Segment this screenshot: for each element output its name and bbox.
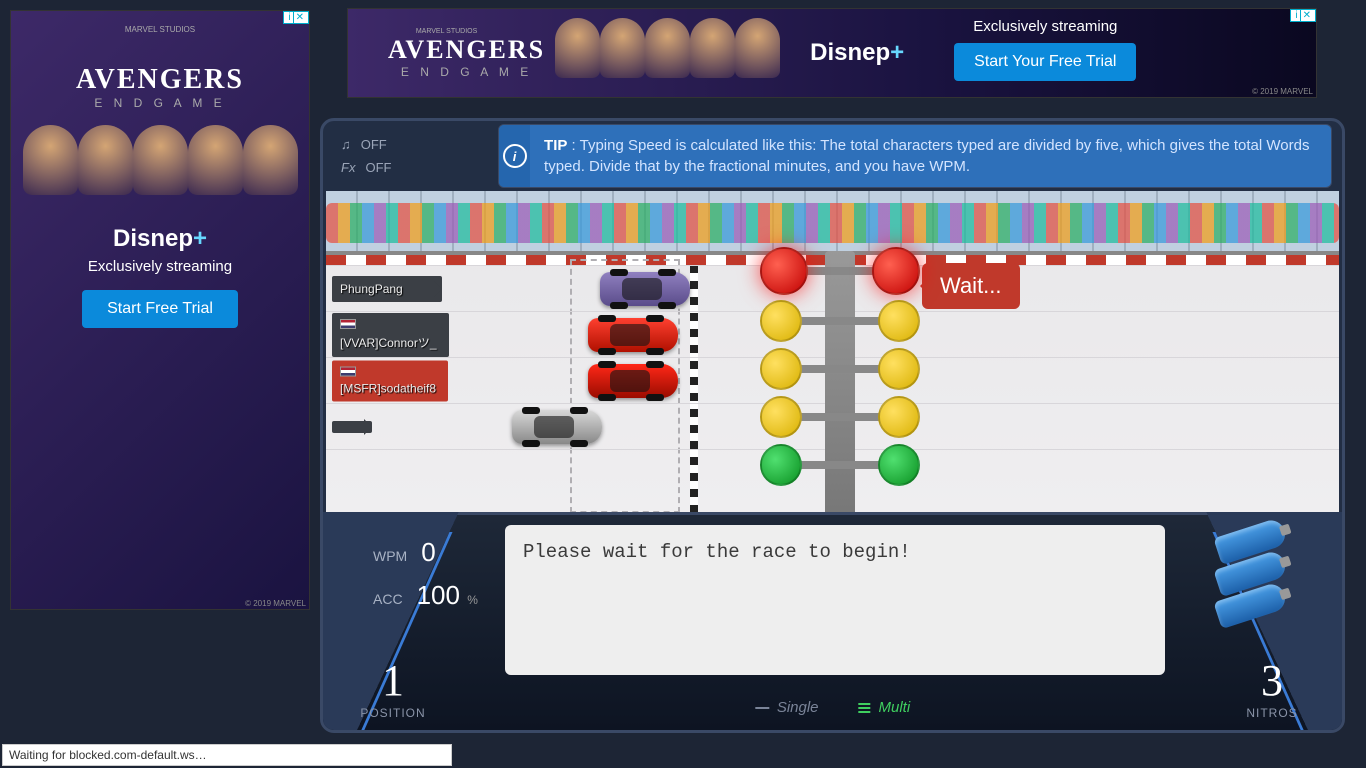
flag-us-icon [340,366,356,376]
player-tag: PhungPang [332,276,442,302]
wait-indicator: Wait... [922,263,1020,309]
acc-label: ACC [373,591,403,607]
ad-copyright: © 2019 MARVEL [1252,87,1313,96]
typing-input-area[interactable]: Please wait for the race to begin! [505,525,1165,675]
lanes: PhungPang [VVAR]Connorツ_ [MSFR]sodatheif… [326,265,1339,513]
tip-box: i TIP : Typing Speed is calculated like … [498,124,1332,188]
car-red [588,318,678,352]
ad-tagline: Exclusively streaming [11,258,309,275]
ad-title: AVENGERS [11,64,309,96]
info-icon: i [499,125,530,187]
flag-us-icon [340,319,356,329]
light-red [760,247,808,295]
ad-tagline: Exclusively streaming [973,18,1117,35]
music-toggle[interactable]: ♫ OFF [341,137,483,152]
light-yellow [760,348,802,390]
game-container: ♫ OFF Fx OFF i TIP : Typing Speed is cal… [320,118,1345,733]
position-value: 1 [343,655,443,706]
game-topbar: ♫ OFF Fx OFF i TIP : Typing Speed is cal… [323,121,1342,191]
light-yellow [878,348,920,390]
ad-sidebar[interactable]: i✕ MARVEL STUDIOS AVENGERS E N D G A M E… [10,10,310,610]
disney-plus-logo: Disnep+ [810,39,904,67]
adchoices-icon[interactable]: i✕ [1290,9,1316,22]
mode-single[interactable]: Single [755,699,819,716]
nitros-display: 3 NITROS [1222,655,1322,720]
car-silver [512,410,602,444]
stats: WPM 0 ACC 100 % [373,537,478,623]
player-name: [MSFR]sodatheif8 [340,381,436,395]
nitros-label: NITROS [1222,706,1322,720]
player-tag-empty [332,421,372,433]
light-yellow [760,300,802,342]
ad-copyright: © 2019 MARVEL [245,599,306,608]
car-red-me [588,364,678,398]
wpm-value: 0 [421,537,435,568]
ad-cta-button[interactable]: Start Free Trial [82,290,238,328]
light-green [878,444,920,486]
fx-icon: Fx [341,160,355,175]
ad-subtitle: E N D G A M E [11,96,309,110]
light-yellow [878,300,920,342]
player-name: PhungPang [340,282,403,296]
position-display: 1 POSITION [343,655,443,720]
ad-banner-top[interactable]: i✕ MARVEL STUDIOS AVENGERS E N D G A M E… [347,8,1317,98]
crowd [326,191,1339,255]
light-green [760,444,802,486]
music-state: OFF [361,137,387,152]
browser-status-bar: Waiting for blocked.com-default.ws… [2,744,452,766]
wpm-label: WPM [373,548,407,564]
sound-settings: ♫ OFF Fx OFF [333,137,483,175]
ad-studio: MARVEL STUDIOS [348,28,545,35]
fx-toggle[interactable]: Fx OFF [341,160,483,175]
mode-multi-label: Multi [879,699,911,716]
position-label: POSITION [343,706,443,720]
adchoices-icon[interactable]: i✕ [283,11,309,24]
acc-value: 100 % [417,580,478,611]
race-track: PhungPang [VVAR]Connorツ_ [MSFR]sodatheif… [326,191,1339,513]
player-tag-me: [MSFR]sodatheif8 [332,360,448,401]
light-red [872,247,920,295]
multi-icon [859,703,871,713]
traffic-light-tree [760,251,920,519]
mode-switch: Single Multi [755,699,910,716]
music-icon: ♫ [341,137,351,152]
mode-single-label: Single [777,699,819,716]
player-name: [VVAR]Connorツ_ [340,336,437,350]
ad-characters [11,125,309,215]
disney-plus-logo: Disnep+ [11,225,309,253]
light-yellow [878,396,920,438]
ad-studio: MARVEL STUDIOS [11,25,309,34]
player-tag: [VVAR]Connorツ_ [332,313,449,357]
fx-state: OFF [365,160,391,175]
car-purple [600,272,690,306]
ad-characters [555,18,780,88]
mode-multi[interactable]: Multi [859,699,911,716]
nitro-bottles [1216,527,1286,623]
dashboard: WPM 0 ACC 100 % 1 POSITION Please wait f… [323,512,1342,730]
light-yellow [760,396,802,438]
ad-subtitle: E N D G A M E [388,65,545,79]
single-icon [755,707,769,709]
ad-title: AVENGERS [388,35,545,65]
ad-cta-button[interactable]: Start Your Free Trial [954,43,1136,81]
nitros-value: 3 [1222,655,1322,706]
tip-text: TIP : Typing Speed is calculated like th… [530,125,1331,187]
